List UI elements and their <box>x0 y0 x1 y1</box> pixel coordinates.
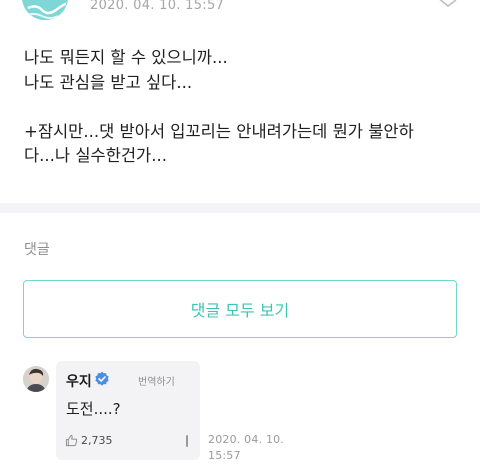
avatar-illustration <box>22 0 68 20</box>
translate-link[interactable]: 번역하기 <box>138 373 175 388</box>
post-line: 다...나 실수한건가... <box>24 146 167 165</box>
comment-date-day: 2020. 04. 10. <box>208 433 285 446</box>
post-date: 2020. 04. 10. 15:57 <box>90 0 225 13</box>
post-body: 나도 뭐든지 할 수 있으니까... 나도 관심을 받고 싶다... +잠시만.… <box>24 46 464 169</box>
comment-text: 도전....? <box>66 400 121 418</box>
comments-heading: 댓글 <box>24 242 50 258</box>
post-line: +잠시만...댓 받아서 입꼬리는 안내려가는데 뭔가 불안하 <box>24 121 414 141</box>
post-more-icon[interactable] <box>434 0 458 10</box>
view-all-comments-button[interactable]: 댓글 모두 보기 <box>23 280 457 338</box>
comment-date: 2020. 04. 10. 15:57 <box>208 432 298 464</box>
comment-like-count: 2,735 <box>81 434 113 447</box>
more-vertical-icon[interactable] <box>186 435 188 447</box>
post-author-avatar[interactable] <box>22 0 68 20</box>
comment-like-button[interactable]: 2,735 <box>65 434 113 447</box>
comment-date-time: 15:57 <box>208 449 241 462</box>
section-divider <box>0 203 480 213</box>
post-line: 나도 관심을 받고 싶다... <box>24 72 193 92</box>
post-line: 나도 뭐든지 할 수 있으니까... <box>24 48 228 67</box>
thumbs-up-icon <box>65 434 78 447</box>
comment-author-name[interactable]: 우지 <box>66 371 92 391</box>
post-line-gap <box>24 95 464 120</box>
comment-author-avatar[interactable] <box>23 366 49 392</box>
verified-badge-icon <box>95 371 109 386</box>
comment-bubble: 우지 번역하기 도전....? 2,735 <box>56 361 200 460</box>
avatar-photo <box>23 366 49 392</box>
